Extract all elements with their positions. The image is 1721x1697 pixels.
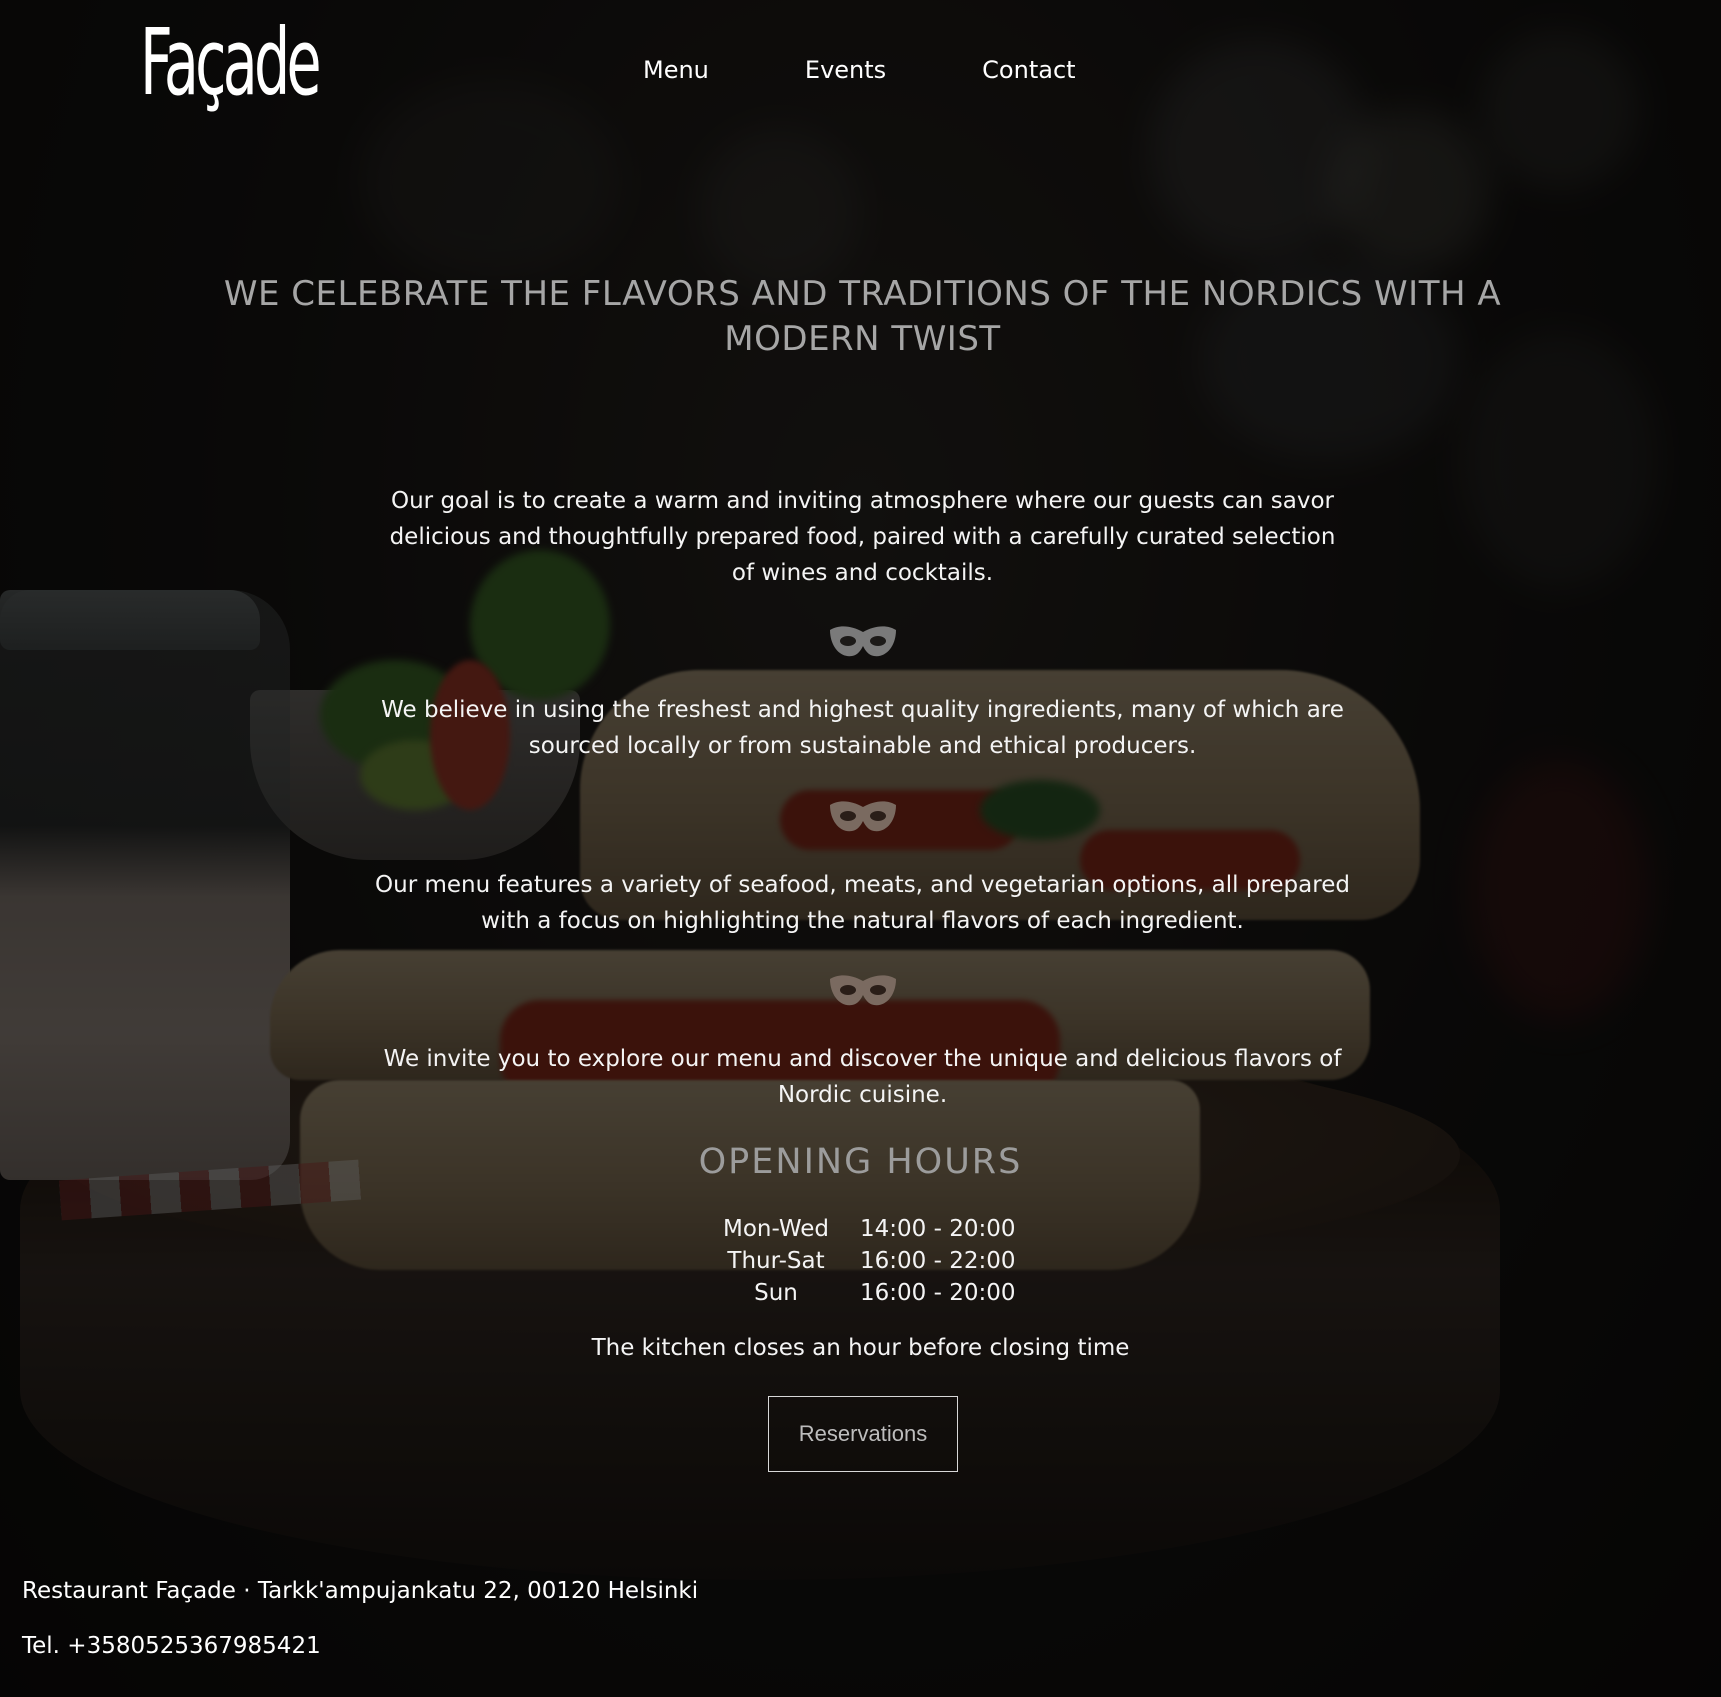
intro-paragraph-3: Our menu features a variety of seafood, … [375, 872, 1350, 934]
hours-day: Thur-Sat [727, 1248, 825, 1274]
mask-icon [830, 626, 896, 657]
footer-phone[interactable]: Tel. +3580525367985421 [22, 1633, 698, 1659]
hours-row: Sun 16:00 - 20:00 [700, 1277, 1016, 1309]
hours-day: Sun [754, 1280, 798, 1306]
hours-time: 16:00 - 22:00 [860, 1248, 1016, 1274]
mask-icon [830, 975, 896, 1006]
hero-headline: WE CELEBRATE THE FLAVORS AND TRADITIONS … [223, 274, 1502, 359]
opening-hours-title: OPENING HOURS [698, 1142, 1023, 1182]
footer: Restaurant Façade · Tarkk'ampujankatu 22… [22, 1578, 698, 1659]
footer-address: Restaurant Façade · Tarkk'ampujankatu 22… [22, 1578, 699, 1604]
hours-row: Mon-Wed 14:00 - 20:00 [700, 1213, 1016, 1245]
intro-paragraph-2: We believe in using the freshest and hig… [381, 697, 1344, 759]
nav-events-link[interactable]: Events [805, 56, 886, 84]
nav-menu-link[interactable]: Menu [643, 56, 709, 84]
site-logo[interactable]: Façade [140, 10, 322, 116]
kitchen-note: The kitchen closes an hour before closin… [591, 1335, 1130, 1361]
intro-paragraph-1: Our goal is to create a warm and invitin… [389, 488, 1336, 586]
intro-paragraph-4: We invite you to explore our menu and di… [383, 1046, 1342, 1108]
reservations-button[interactable]: Reservations [768, 1396, 958, 1472]
mask-icon [830, 801, 896, 832]
hours-row: Thur-Sat 16:00 - 22:00 [700, 1245, 1016, 1277]
opening-hours-table: Mon-Wed 14:00 - 20:00 Thur-Sat 16:00 - 2… [700, 1213, 1016, 1309]
hours-time: 14:00 - 20:00 [860, 1216, 1016, 1242]
hours-time: 16:00 - 20:00 [860, 1280, 1016, 1306]
nav-contact-link[interactable]: Contact [982, 56, 1075, 84]
hours-day: Mon-Wed [722, 1216, 829, 1242]
main-nav: Menu Events Contact [643, 56, 1076, 84]
